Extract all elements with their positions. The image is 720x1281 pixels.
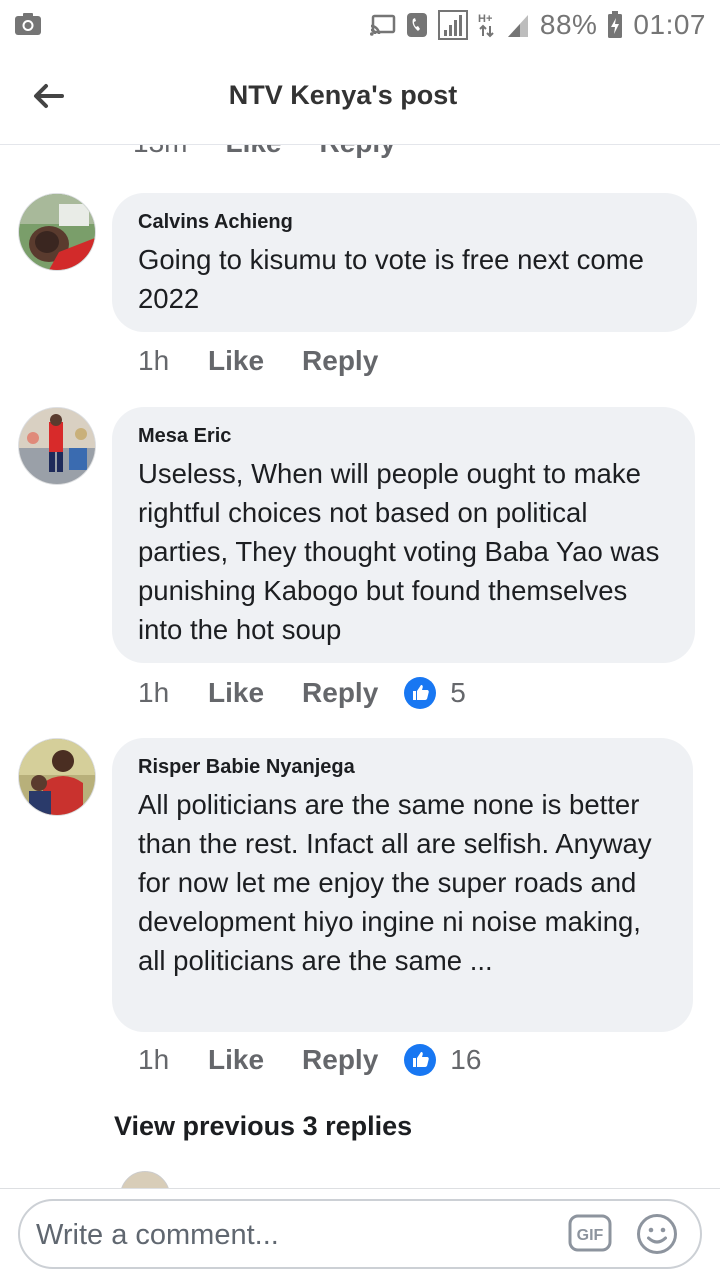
comment-actions: 1h Like Reply bbox=[138, 345, 416, 377]
comment-actions: 1h Like Reply 16 bbox=[138, 1044, 481, 1076]
camera-icon bbox=[15, 13, 41, 35]
reaction-count-value: 5 bbox=[450, 677, 466, 708]
comment-time: 1h bbox=[138, 677, 170, 708]
phone-call-icon bbox=[406, 13, 427, 37]
hplus-data-icon: H+ bbox=[478, 13, 494, 38]
comment-text: All politicians are the same none is bet… bbox=[138, 789, 652, 976]
avatar[interactable] bbox=[18, 738, 96, 816]
comment-author[interactable]: Mesa Eric bbox=[138, 425, 669, 448]
thumbs-up-icon bbox=[404, 677, 437, 709]
like-button[interactable]: Like bbox=[208, 677, 264, 709]
reply-button[interactable]: Reply bbox=[320, 145, 396, 159]
battery-charging-icon bbox=[608, 11, 623, 38]
clock: 01:07 bbox=[633, 9, 706, 40]
top-app-bar: NTV Kenya's post bbox=[0, 50, 720, 145]
cast-icon bbox=[369, 14, 396, 36]
partial-comment-actions: 13m Like Reply bbox=[133, 145, 396, 159]
reply-button[interactable]: Reply bbox=[302, 345, 378, 377]
avatar-image bbox=[19, 739, 95, 815]
comment-input[interactable] bbox=[34, 1201, 558, 1269]
like-button[interactable]: Like bbox=[208, 1044, 264, 1076]
reply-button[interactable]: Reply bbox=[302, 677, 378, 709]
comment-time: 1h bbox=[138, 345, 170, 376]
avatar[interactable] bbox=[18, 193, 96, 271]
page-title: NTV Kenya's post bbox=[228, 80, 458, 110]
avatar[interactable] bbox=[120, 1171, 170, 1188]
view-previous-replies-link[interactable]: View previous 3 replies bbox=[114, 1111, 412, 1142]
status-bar: H+ 88% 01:07 bbox=[0, 0, 720, 50]
like-button[interactable]: Like bbox=[225, 145, 281, 159]
avatar-image bbox=[19, 194, 95, 270]
comment-text: Going to kisumu to vote is free next com… bbox=[138, 244, 644, 314]
comment-bubble[interactable]: Calvins Achieng Going to kisumu to vote … bbox=[112, 193, 697, 332]
comment-composer: GIF bbox=[0, 1188, 720, 1281]
comment-actions: 1h Like Reply 5 bbox=[138, 677, 466, 709]
signal-strength-icon bbox=[507, 15, 528, 37]
reaction-count-value: 16 bbox=[450, 1044, 482, 1075]
comment-author[interactable]: Risper Babie Nyanjega bbox=[138, 756, 667, 779]
like-button[interactable]: Like bbox=[208, 345, 264, 377]
reaction-count[interactable]: 5 bbox=[404, 677, 466, 709]
emoji-icon[interactable] bbox=[636, 1213, 678, 1255]
comment-author[interactable]: Calvins Achieng bbox=[138, 211, 671, 234]
avatar[interactable] bbox=[18, 407, 96, 485]
avatar-image bbox=[19, 408, 95, 484]
comment-time: 1h bbox=[138, 1044, 170, 1075]
reaction-count[interactable]: 16 bbox=[404, 1044, 481, 1076]
reply-button[interactable]: Reply bbox=[302, 1044, 378, 1076]
comment-time: 13m bbox=[133, 145, 187, 159]
comments-list: 13m Like Reply Calvins Achieng Going to … bbox=[0, 145, 720, 1188]
svg-text:H+: H+ bbox=[478, 13, 492, 25]
thumbs-up-icon bbox=[404, 1044, 437, 1076]
gif-label: GIF bbox=[577, 1227, 604, 1244]
comment-text: Useless, When will people ought to make … bbox=[138, 458, 660, 645]
signal-icon bbox=[437, 10, 468, 40]
comment-bubble[interactable]: Risper Babie Nyanjega All politicians ar… bbox=[112, 738, 693, 1032]
gif-icon[interactable]: GIF bbox=[568, 1213, 612, 1253]
comment-input-container: GIF bbox=[18, 1199, 702, 1269]
comment-bubble[interactable]: Mesa Eric Useless, When will people ough… bbox=[112, 407, 695, 663]
battery-percent: 88% bbox=[539, 9, 598, 40]
